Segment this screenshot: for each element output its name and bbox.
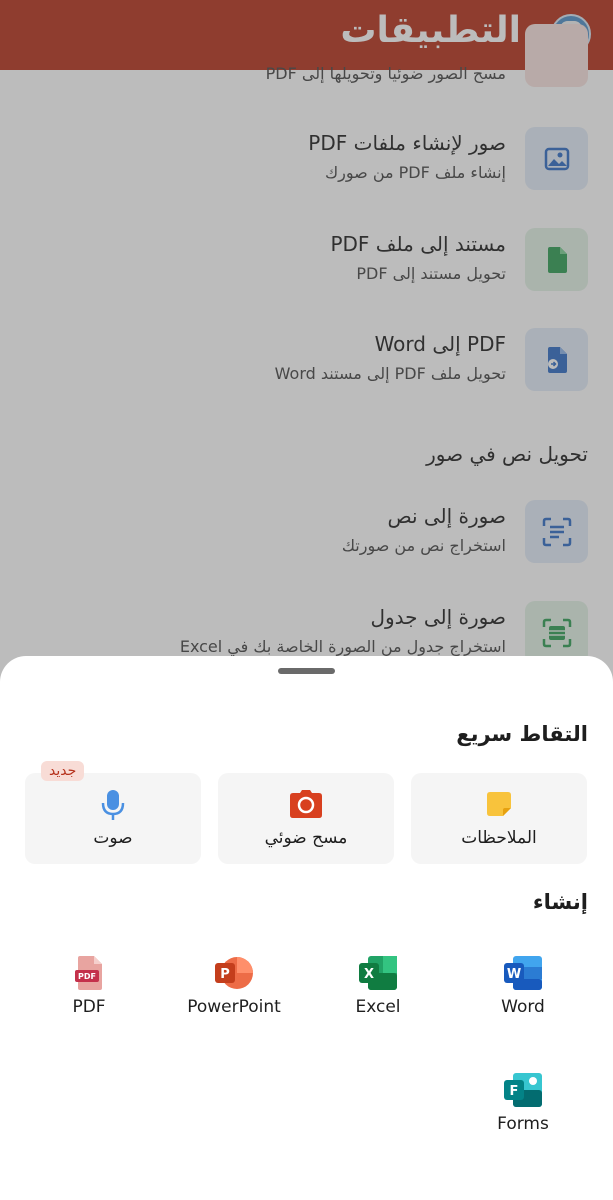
quick-capture-label: صوت (93, 828, 133, 848)
new-badge: جديد (41, 761, 85, 781)
camera-icon (218, 789, 394, 819)
create-label: PDF (72, 997, 106, 1017)
quick-capture-label: مسح ضوئي (264, 828, 348, 848)
create-word-button[interactable]: W Word (468, 955, 578, 1035)
create-excel-button[interactable]: X Excel (323, 955, 433, 1035)
forms-icon: F (468, 1072, 578, 1108)
quick-capture-heading: التقاط سريع (456, 722, 588, 746)
create-forms-button[interactable]: F Forms (468, 1072, 578, 1152)
word-icon: W (468, 955, 578, 991)
svg-text:PDF: PDF (78, 972, 96, 981)
svg-text:P: P (220, 967, 230, 982)
create-powerpoint-button[interactable]: P PowerPoint (179, 955, 289, 1035)
quick-capture-audio[interactable]: جديد صوت (25, 761, 201, 864)
create-label: Word (501, 997, 545, 1017)
excel-icon: X (323, 955, 433, 991)
svg-text:X: X (364, 967, 374, 982)
svg-text:W: W (507, 967, 521, 982)
create-label: Forms (497, 1114, 549, 1134)
note-icon (411, 789, 587, 819)
quick-capture-label: الملاحظات (461, 828, 537, 848)
microphone-icon (25, 789, 201, 821)
svg-text:F: F (510, 1084, 519, 1099)
pdf-icon: PDF (34, 955, 144, 991)
create-pdf-button[interactable]: PDF PDF (34, 955, 144, 1035)
create-label: PowerPoint (187, 997, 281, 1017)
create-label: Excel (355, 997, 401, 1017)
create-bottom-sheet: التقاط سريع الملاحظات مسح ضوئي جديد صوت … (0, 656, 613, 1200)
powerpoint-icon: P (179, 955, 289, 991)
quick-capture-notes[interactable]: الملاحظات (411, 773, 587, 864)
quick-capture-scan[interactable]: مسح ضوئي (218, 773, 394, 864)
drag-handle[interactable] (278, 668, 335, 674)
create-heading: إنشاء (532, 890, 588, 914)
modal-overlay[interactable] (0, 0, 613, 700)
